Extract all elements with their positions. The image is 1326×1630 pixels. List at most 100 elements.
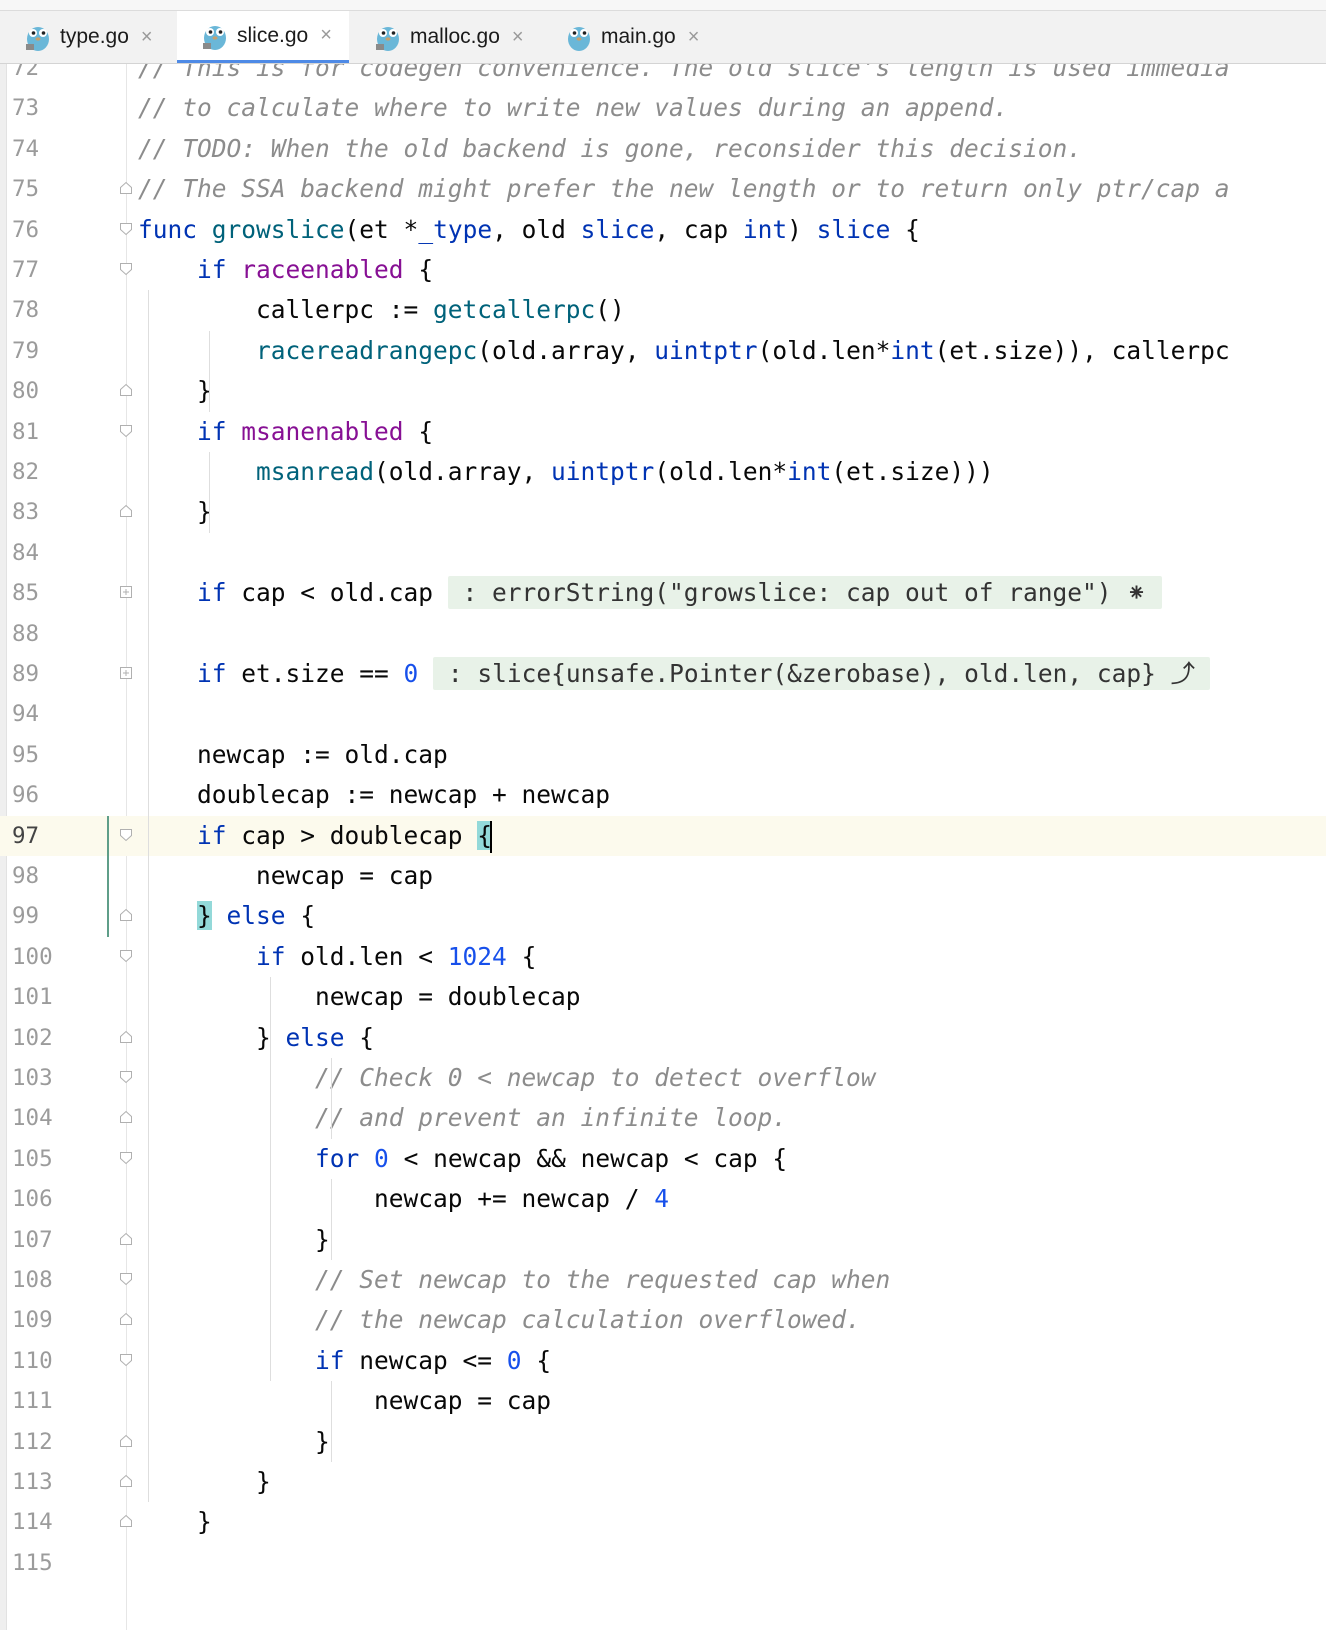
- close-icon[interactable]: ×: [320, 24, 332, 47]
- code-line[interactable]: 95 newcap := old.cap: [0, 735, 1326, 775]
- code-line[interactable]: 75 // The SSA backend might prefer the ne…: [0, 169, 1326, 209]
- fold-start-icon[interactable]: [119, 1151, 133, 1165]
- indent-guide: [147, 290, 149, 1503]
- line-number: 76: [12, 216, 40, 243]
- code-line[interactable]: 74 // TODO: When the old backend is gone,…: [0, 129, 1326, 169]
- code-line[interactable]: 94: [0, 694, 1326, 734]
- code-line[interactable]: 85 if cap < old.cap : errorString("grows…: [0, 573, 1326, 613]
- fold-start-icon[interactable]: [119, 222, 133, 236]
- code-line[interactable]: 82 msanread(old.array, uintptr(old.len*i…: [0, 452, 1326, 492]
- code-text: // and prevent an infinite loop.: [138, 1098, 787, 1138]
- fold-end-icon[interactable]: [119, 1474, 133, 1488]
- fold-start-icon[interactable]: [119, 949, 133, 963]
- code-line[interactable]: 77 if raceenabled {: [0, 250, 1326, 290]
- fold-end-icon[interactable]: [119, 1312, 133, 1326]
- code-line[interactable]: 102 } else {: [0, 1018, 1326, 1058]
- tab-main-go[interactable]: main.go ×: [541, 11, 721, 63]
- code-text: racereadrangepc(old.array, uintptr(old.l…: [138, 331, 1230, 371]
- fold-end-icon[interactable]: [119, 1232, 133, 1246]
- fold-end-icon[interactable]: [119, 1110, 133, 1124]
- fold-start-icon[interactable]: [119, 1070, 133, 1084]
- code-token: // Check 0 < newcap to detect overflow: [315, 1063, 876, 1092]
- code-line[interactable]: 107 }: [0, 1220, 1326, 1260]
- fold-end-icon[interactable]: [119, 1434, 133, 1448]
- code-line[interactable]: 115: [0, 1543, 1326, 1583]
- fold-end-icon[interactable]: [119, 1514, 133, 1528]
- code-line[interactable]: 79 racereadrangepc(old.array, uintptr(ol…: [0, 331, 1326, 371]
- code-token: cap > doublecap: [226, 820, 478, 850]
- code-text: newcap = doublecap: [138, 977, 581, 1017]
- code-line[interactable]: 112 }: [0, 1422, 1326, 1462]
- code-line[interactable]: 84: [0, 533, 1326, 573]
- code-text: // the newcap calculation overflowed.: [138, 1300, 861, 1340]
- fold-end-icon[interactable]: [119, 1030, 133, 1044]
- folded-code-region[interactable]: : slice{unsafe.Pointer(&zerobase), old.l…: [433, 657, 1210, 690]
- fold-end-icon[interactable]: [119, 181, 133, 195]
- code-token: racereadrangepc: [256, 335, 478, 365]
- code-editor[interactable]: 72 // This is for codegen convenience. Th…: [0, 64, 1326, 1630]
- code-line[interactable]: 106 newcap += newcap / 4: [0, 1179, 1326, 1219]
- code-token: (et.size)), callerpc: [934, 335, 1230, 365]
- fold-end-icon[interactable]: [119, 908, 133, 922]
- code-line[interactable]: 98 newcap = cap: [0, 856, 1326, 896]
- indent-guide: [208, 330, 210, 412]
- fold-start-icon[interactable]: [119, 828, 133, 842]
- line-number: 95: [12, 741, 40, 768]
- fold-start-icon[interactable]: [119, 424, 133, 438]
- fold-start-icon[interactable]: [119, 1353, 133, 1367]
- code-line[interactable]: 110 if newcap <= 0 {: [0, 1341, 1326, 1381]
- code-line[interactable]: 100 if old.len < 1024 {: [0, 937, 1326, 977]
- code-line[interactable]: 96 doublecap := newcap + newcap: [0, 775, 1326, 815]
- code-line[interactable]: 72 // This is for codegen convenience. Th…: [0, 64, 1326, 88]
- code-line[interactable]: 78 callerpc := getcallerpc(): [0, 290, 1326, 330]
- folded-code-region[interactable]: : errorString("growslice: cap out of ran…: [447, 576, 1162, 610]
- code-token: 0: [374, 1143, 389, 1173]
- code-token: if: [197, 416, 227, 446]
- code-token: (et *: [344, 214, 419, 244]
- close-icon[interactable]: ×: [512, 26, 524, 49]
- code-line[interactable]: 113 }: [0, 1462, 1326, 1502]
- fold-end-icon[interactable]: [119, 504, 133, 518]
- code-line[interactable]: 99 } else {: [0, 896, 1326, 936]
- tab-malloc-go[interactable]: malloc.go ×: [350, 11, 540, 63]
- fold-start-icon[interactable]: [119, 1272, 133, 1286]
- code-line[interactable]: 103 // Check 0 < newcap to detect overfl…: [0, 1058, 1326, 1098]
- code-token: if: [197, 578, 227, 608]
- code-line[interactable]: 83 }: [0, 492, 1326, 532]
- code-line[interactable]: 114 }: [0, 1502, 1326, 1542]
- fold-expand-icon[interactable]: [119, 585, 133, 599]
- code-text: }: [138, 1220, 330, 1260]
- code-token: (old.len*: [654, 457, 788, 486]
- fold-end-icon[interactable]: [119, 383, 133, 397]
- code-line[interactable]: 109 // the newcap calculation overflowed…: [0, 1300, 1326, 1340]
- fold-start-icon[interactable]: [119, 262, 133, 276]
- tab-slice-go[interactable]: slice.go ×: [177, 11, 349, 63]
- code-line[interactable]: 111 newcap = cap: [0, 1381, 1326, 1421]
- line-number: 110: [12, 1347, 53, 1374]
- code-line[interactable]: 81 if msanenabled {: [0, 412, 1326, 452]
- line-number: 99: [12, 903, 40, 930]
- close-icon[interactable]: ×: [688, 26, 700, 49]
- tab-label: main.go: [601, 25, 676, 48]
- code-line[interactable]: 88: [0, 614, 1326, 654]
- line-number: 85: [12, 580, 40, 607]
- code-token: (old.len*: [757, 335, 891, 365]
- fold-expand-icon[interactable]: [119, 666, 133, 680]
- code-token: cap < old.cap: [226, 578, 448, 608]
- code-line[interactable]: 105 for 0 < newcap && newcap < cap {: [0, 1139, 1326, 1179]
- code-text: newcap = cap: [138, 856, 433, 896]
- code-line[interactable]: 80 }: [0, 371, 1326, 411]
- code-line[interactable]: 73 // to calculate where to write new val…: [0, 88, 1326, 128]
- code-line[interactable]: 108 // Set newcap to the requested cap w…: [0, 1260, 1326, 1300]
- code-line[interactable]: 104 // and prevent an infinite loop.: [0, 1098, 1326, 1138]
- tab-type-go[interactable]: type.go ×: [0, 11, 176, 63]
- code-text: // Set newcap to the requested cap when: [138, 1260, 890, 1300]
- code-line[interactable]: 76 func growslice(et *_type, old slice, c…: [0, 210, 1326, 250]
- code-line[interactable]: 97 if cap > doublecap {: [0, 815, 1326, 856]
- close-icon[interactable]: ×: [141, 26, 153, 49]
- code-line[interactable]: 101 newcap = doublecap: [0, 977, 1326, 1017]
- code-line[interactable]: 89 if et.size == 0 : slice{unsafe.Pointe…: [0, 654, 1326, 694]
- line-number: 106: [12, 1186, 53, 1213]
